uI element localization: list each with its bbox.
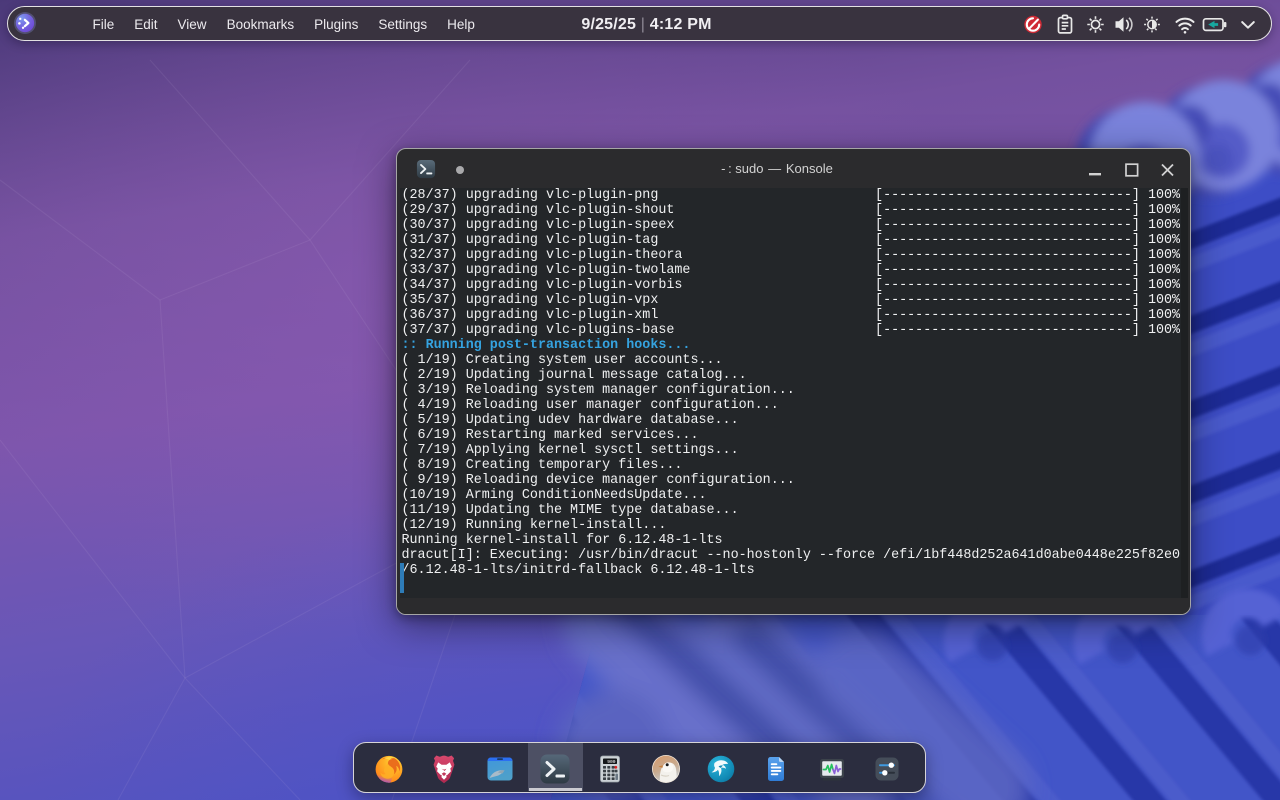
svg-text:900: 900 bbox=[608, 759, 617, 765]
